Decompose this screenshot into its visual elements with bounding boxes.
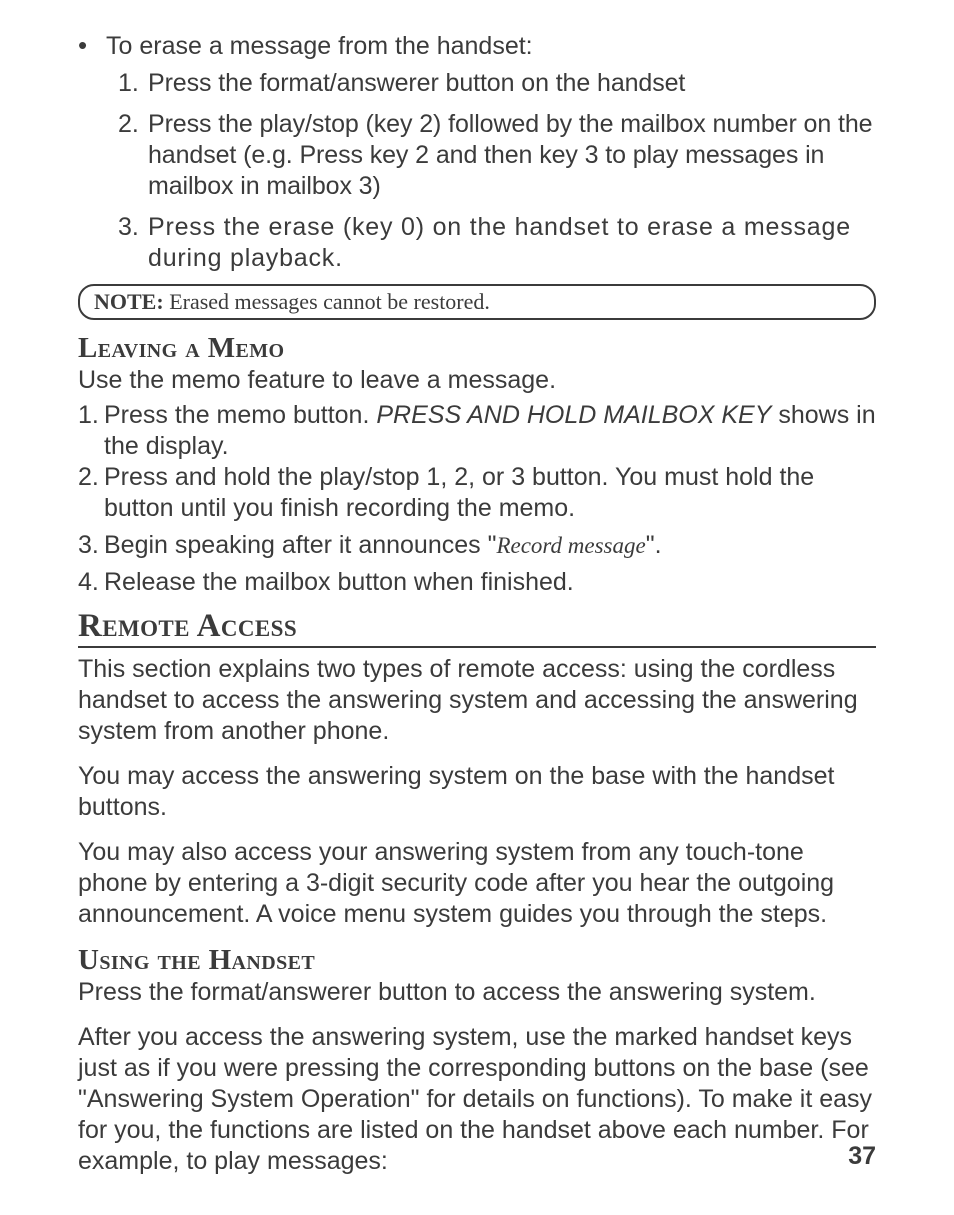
note-text: Erased messages cannot be restored. bbox=[164, 289, 490, 314]
item-number: 1. bbox=[78, 400, 104, 462]
page-number: 37 bbox=[848, 1142, 876, 1171]
list-item: 1. Press the format/answerer button on t… bbox=[118, 68, 876, 99]
list-item: 3. Press the erase (key 0) on the handse… bbox=[118, 212, 876, 274]
item-text: Press and hold the play/stop 1, 2, or 3 … bbox=[104, 462, 876, 524]
item-text: Release the mailbox button when finished… bbox=[104, 567, 574, 598]
list-item: 2. Press and hold the play/stop 1, 2, or… bbox=[78, 462, 876, 524]
note-label: NOTE: bbox=[94, 289, 164, 314]
item-text: Begin speaking after it announces "Recor… bbox=[104, 530, 662, 561]
list-item: 4. Release the mailbox button when finis… bbox=[78, 567, 876, 598]
bullet-icon: • bbox=[78, 30, 106, 62]
item-number: 3. bbox=[78, 530, 104, 561]
paragraph: This section explains two types of remot… bbox=[78, 654, 876, 747]
item-text: Press the erase (key 0) on the handset t… bbox=[148, 212, 876, 274]
memo-intro: Use the memo feature to leave a message. bbox=[78, 365, 876, 396]
heading-leaving-memo: Leaving a Memo bbox=[78, 332, 876, 365]
item-number: 4. bbox=[78, 567, 104, 598]
item-number: 3. bbox=[118, 212, 148, 274]
list-item: 2. Press the play/stop (key 2) followed … bbox=[118, 109, 876, 202]
item-text: Press the memo button. PRESS AND HOLD MA… bbox=[104, 400, 876, 462]
item-text: Press the format/answerer button on the … bbox=[148, 68, 685, 99]
paragraph: You may access the answering system on t… bbox=[78, 761, 876, 823]
list-item: 1. Press the memo button. PRESS AND HOLD… bbox=[78, 400, 876, 462]
paragraph: After you access the answering system, u… bbox=[78, 1022, 876, 1177]
numbered-list-erase: 1. Press the format/answerer button on t… bbox=[118, 68, 876, 274]
paragraph: Press the format/answerer button to acce… bbox=[78, 977, 876, 1008]
item-text: Press the play/stop (key 2) followed by … bbox=[148, 109, 876, 202]
heading-remote-access: Remote Access bbox=[78, 608, 876, 648]
bullet-item: • To erase a message from the handset: bbox=[78, 30, 876, 62]
note-box: NOTE: Erased messages cannot be restored… bbox=[78, 284, 876, 320]
item-number: 2. bbox=[118, 109, 148, 202]
heading-using-handset: Using the Handset bbox=[78, 944, 876, 977]
bullet-text: To erase a message from the handset: bbox=[106, 30, 533, 62]
list-item: 3. Begin speaking after it announces "Re… bbox=[78, 530, 876, 561]
paragraph: You may also access your answering syste… bbox=[78, 837, 876, 930]
item-number: 1. bbox=[118, 68, 148, 99]
item-number: 2. bbox=[78, 462, 104, 524]
